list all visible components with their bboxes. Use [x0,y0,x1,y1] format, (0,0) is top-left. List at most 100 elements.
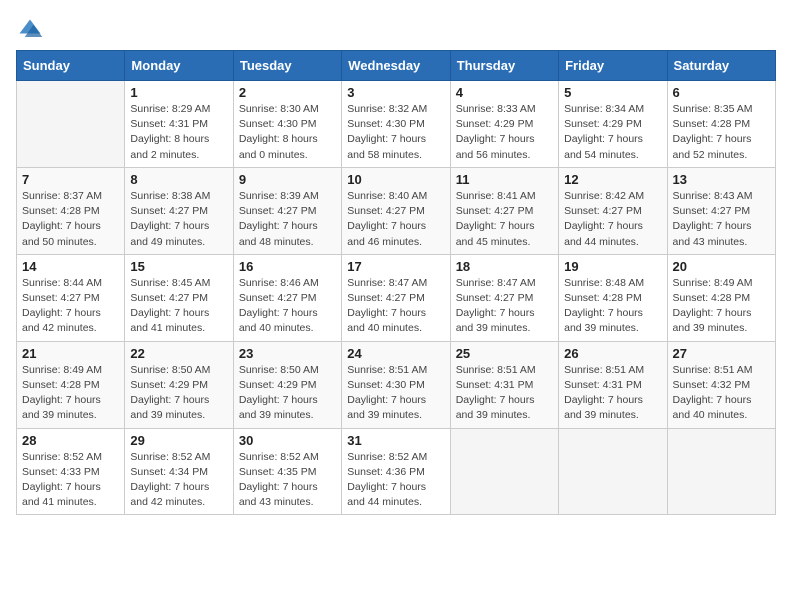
day-number: 2 [239,85,336,100]
calendar-week-row: 28 Sunrise: 8:52 AMSunset: 4:33 PMDayligh… [17,428,776,515]
day-number: 27 [673,346,770,361]
day-number: 18 [456,259,553,274]
day-number: 30 [239,433,336,448]
day-number: 17 [347,259,444,274]
day-number: 26 [564,346,661,361]
day-detail: Sunrise: 8:50 AMSunset: 4:29 PMDaylight:… [130,363,227,424]
calendar-table: SundayMondayTuesdayWednesdayThursdayFrid… [16,50,776,515]
day-detail: Sunrise: 8:50 AMSunset: 4:29 PMDaylight:… [239,363,336,424]
day-number: 19 [564,259,661,274]
calendar-cell: 20 Sunrise: 8:49 AMSunset: 4:28 PMDayligh… [667,254,775,341]
calendar-cell: 30 Sunrise: 8:52 AMSunset: 4:35 PMDayligh… [233,428,341,515]
calendar-cell: 16 Sunrise: 8:46 AMSunset: 4:27 PMDayligh… [233,254,341,341]
day-detail: Sunrise: 8:39 AMSunset: 4:27 PMDaylight:… [239,189,336,250]
day-number: 28 [22,433,119,448]
day-number: 21 [22,346,119,361]
day-number: 23 [239,346,336,361]
calendar-header-row: SundayMondayTuesdayWednesdayThursdayFrid… [17,51,776,81]
day-detail: Sunrise: 8:33 AMSunset: 4:29 PMDaylight:… [456,102,553,163]
calendar-cell: 18 Sunrise: 8:47 AMSunset: 4:27 PMDayligh… [450,254,558,341]
weekday-header-sunday: Sunday [17,51,125,81]
calendar-cell: 27Sunrise: 8:51 AMSunset: 4:32 PMDayligh… [667,341,775,428]
day-number: 9 [239,172,336,187]
calendar-cell [559,428,667,515]
calendar-cell [450,428,558,515]
day-detail: Sunrise: 8:52 AMSunset: 4:35 PMDaylight:… [239,450,336,511]
day-number: 12 [564,172,661,187]
calendar-cell: 13Sunrise: 8:43 AMSunset: 4:27 PMDayligh… [667,167,775,254]
calendar-cell: 2 Sunrise: 8:30 AMSunset: 4:30 PMDaylight… [233,81,341,168]
day-detail: Sunrise: 8:47 AMSunset: 4:27 PMDaylight:… [456,276,553,337]
day-detail: Sunrise: 8:42 AMSunset: 4:27 PMDaylight:… [564,189,661,250]
calendar-cell: 11 Sunrise: 8:41 AMSunset: 4:27 PMDayligh… [450,167,558,254]
calendar-week-row: 14 Sunrise: 8:44 AMSunset: 4:27 PMDayligh… [17,254,776,341]
calendar-cell: 23 Sunrise: 8:50 AMSunset: 4:29 PMDayligh… [233,341,341,428]
calendar-cell: 31Sunrise: 8:52 AMSunset: 4:36 PMDayligh… [342,428,450,515]
calendar-cell: 17 Sunrise: 8:47 AMSunset: 4:27 PMDayligh… [342,254,450,341]
day-number: 16 [239,259,336,274]
day-detail: Sunrise: 8:51 AMSunset: 4:31 PMDaylight:… [564,363,661,424]
calendar-cell: 29 Sunrise: 8:52 AMSunset: 4:34 PMDayligh… [125,428,233,515]
day-detail: Sunrise: 8:52 AMSunset: 4:33 PMDaylight:… [22,450,119,511]
calendar-cell: 19 Sunrise: 8:48 AMSunset: 4:28 PMDayligh… [559,254,667,341]
calendar-cell [667,428,775,515]
day-detail: Sunrise: 8:45 AMSunset: 4:27 PMDaylight:… [130,276,227,337]
day-number: 6 [673,85,770,100]
day-number: 10 [347,172,444,187]
weekday-header-tuesday: Tuesday [233,51,341,81]
calendar-cell: 28 Sunrise: 8:52 AMSunset: 4:33 PMDayligh… [17,428,125,515]
logo-icon [16,16,44,44]
day-detail: Sunrise: 8:48 AMSunset: 4:28 PMDaylight:… [564,276,661,337]
day-detail: Sunrise: 8:41 AMSunset: 4:27 PMDaylight:… [456,189,553,250]
weekday-header-thursday: Thursday [450,51,558,81]
day-detail: Sunrise: 8:44 AMSunset: 4:27 PMDaylight:… [22,276,119,337]
calendar-cell: 1 Sunrise: 8:29 AMSunset: 4:31 PMDaylight… [125,81,233,168]
logo [16,16,48,44]
weekday-header-saturday: Saturday [667,51,775,81]
calendar-cell: 4 Sunrise: 8:33 AMSunset: 4:29 PMDaylight… [450,81,558,168]
day-detail: Sunrise: 8:51 AMSunset: 4:30 PMDaylight:… [347,363,444,424]
calendar-week-row: 21 Sunrise: 8:49 AMSunset: 4:28 PMDayligh… [17,341,776,428]
calendar-cell: 10Sunrise: 8:40 AMSunset: 4:27 PMDayligh… [342,167,450,254]
day-number: 29 [130,433,227,448]
calendar-week-row: 7 Sunrise: 8:37 AMSunset: 4:28 PMDaylight… [17,167,776,254]
calendar-cell: 25Sunrise: 8:51 AMSunset: 4:31 PMDayligh… [450,341,558,428]
day-number: 22 [130,346,227,361]
calendar-cell [17,81,125,168]
calendar-cell: 24Sunrise: 8:51 AMSunset: 4:30 PMDayligh… [342,341,450,428]
day-number: 14 [22,259,119,274]
day-detail: Sunrise: 8:34 AMSunset: 4:29 PMDaylight:… [564,102,661,163]
day-detail: Sunrise: 8:49 AMSunset: 4:28 PMDaylight:… [673,276,770,337]
day-number: 13 [673,172,770,187]
day-number: 31 [347,433,444,448]
day-detail: Sunrise: 8:35 AMSunset: 4:28 PMDaylight:… [673,102,770,163]
day-number: 1 [130,85,227,100]
weekday-header-wednesday: Wednesday [342,51,450,81]
day-number: 20 [673,259,770,274]
calendar-week-row: 1 Sunrise: 8:29 AMSunset: 4:31 PMDaylight… [17,81,776,168]
calendar-cell: 14 Sunrise: 8:44 AMSunset: 4:27 PMDayligh… [17,254,125,341]
day-number: 5 [564,85,661,100]
calendar-cell: 9 Sunrise: 8:39 AMSunset: 4:27 PMDaylight… [233,167,341,254]
day-detail: Sunrise: 8:47 AMSunset: 4:27 PMDaylight:… [347,276,444,337]
day-number: 3 [347,85,444,100]
day-number: 4 [456,85,553,100]
day-detail: Sunrise: 8:52 AMSunset: 4:34 PMDaylight:… [130,450,227,511]
day-detail: Sunrise: 8:49 AMSunset: 4:28 PMDaylight:… [22,363,119,424]
day-number: 11 [456,172,553,187]
calendar-cell: 26 Sunrise: 8:51 AMSunset: 4:31 PMDayligh… [559,341,667,428]
calendar-cell: 5 Sunrise: 8:34 AMSunset: 4:29 PMDaylight… [559,81,667,168]
day-number: 7 [22,172,119,187]
calendar-cell: 3Sunrise: 8:32 AMSunset: 4:30 PMDaylight… [342,81,450,168]
weekday-header-monday: Monday [125,51,233,81]
day-detail: Sunrise: 8:37 AMSunset: 4:28 PMDaylight:… [22,189,119,250]
calendar-cell: 21 Sunrise: 8:49 AMSunset: 4:28 PMDayligh… [17,341,125,428]
calendar-cell: 8Sunrise: 8:38 AMSunset: 4:27 PMDaylight… [125,167,233,254]
day-number: 25 [456,346,553,361]
calendar-cell: 6 Sunrise: 8:35 AMSunset: 4:28 PMDaylight… [667,81,775,168]
calendar-cell: 12 Sunrise: 8:42 AMSunset: 4:27 PMDayligh… [559,167,667,254]
day-detail: Sunrise: 8:30 AMSunset: 4:30 PMDaylight:… [239,102,336,163]
day-detail: Sunrise: 8:29 AMSunset: 4:31 PMDaylight:… [130,102,227,163]
calendar-cell: 15Sunrise: 8:45 AMSunset: 4:27 PMDayligh… [125,254,233,341]
day-detail: Sunrise: 8:46 AMSunset: 4:27 PMDaylight:… [239,276,336,337]
